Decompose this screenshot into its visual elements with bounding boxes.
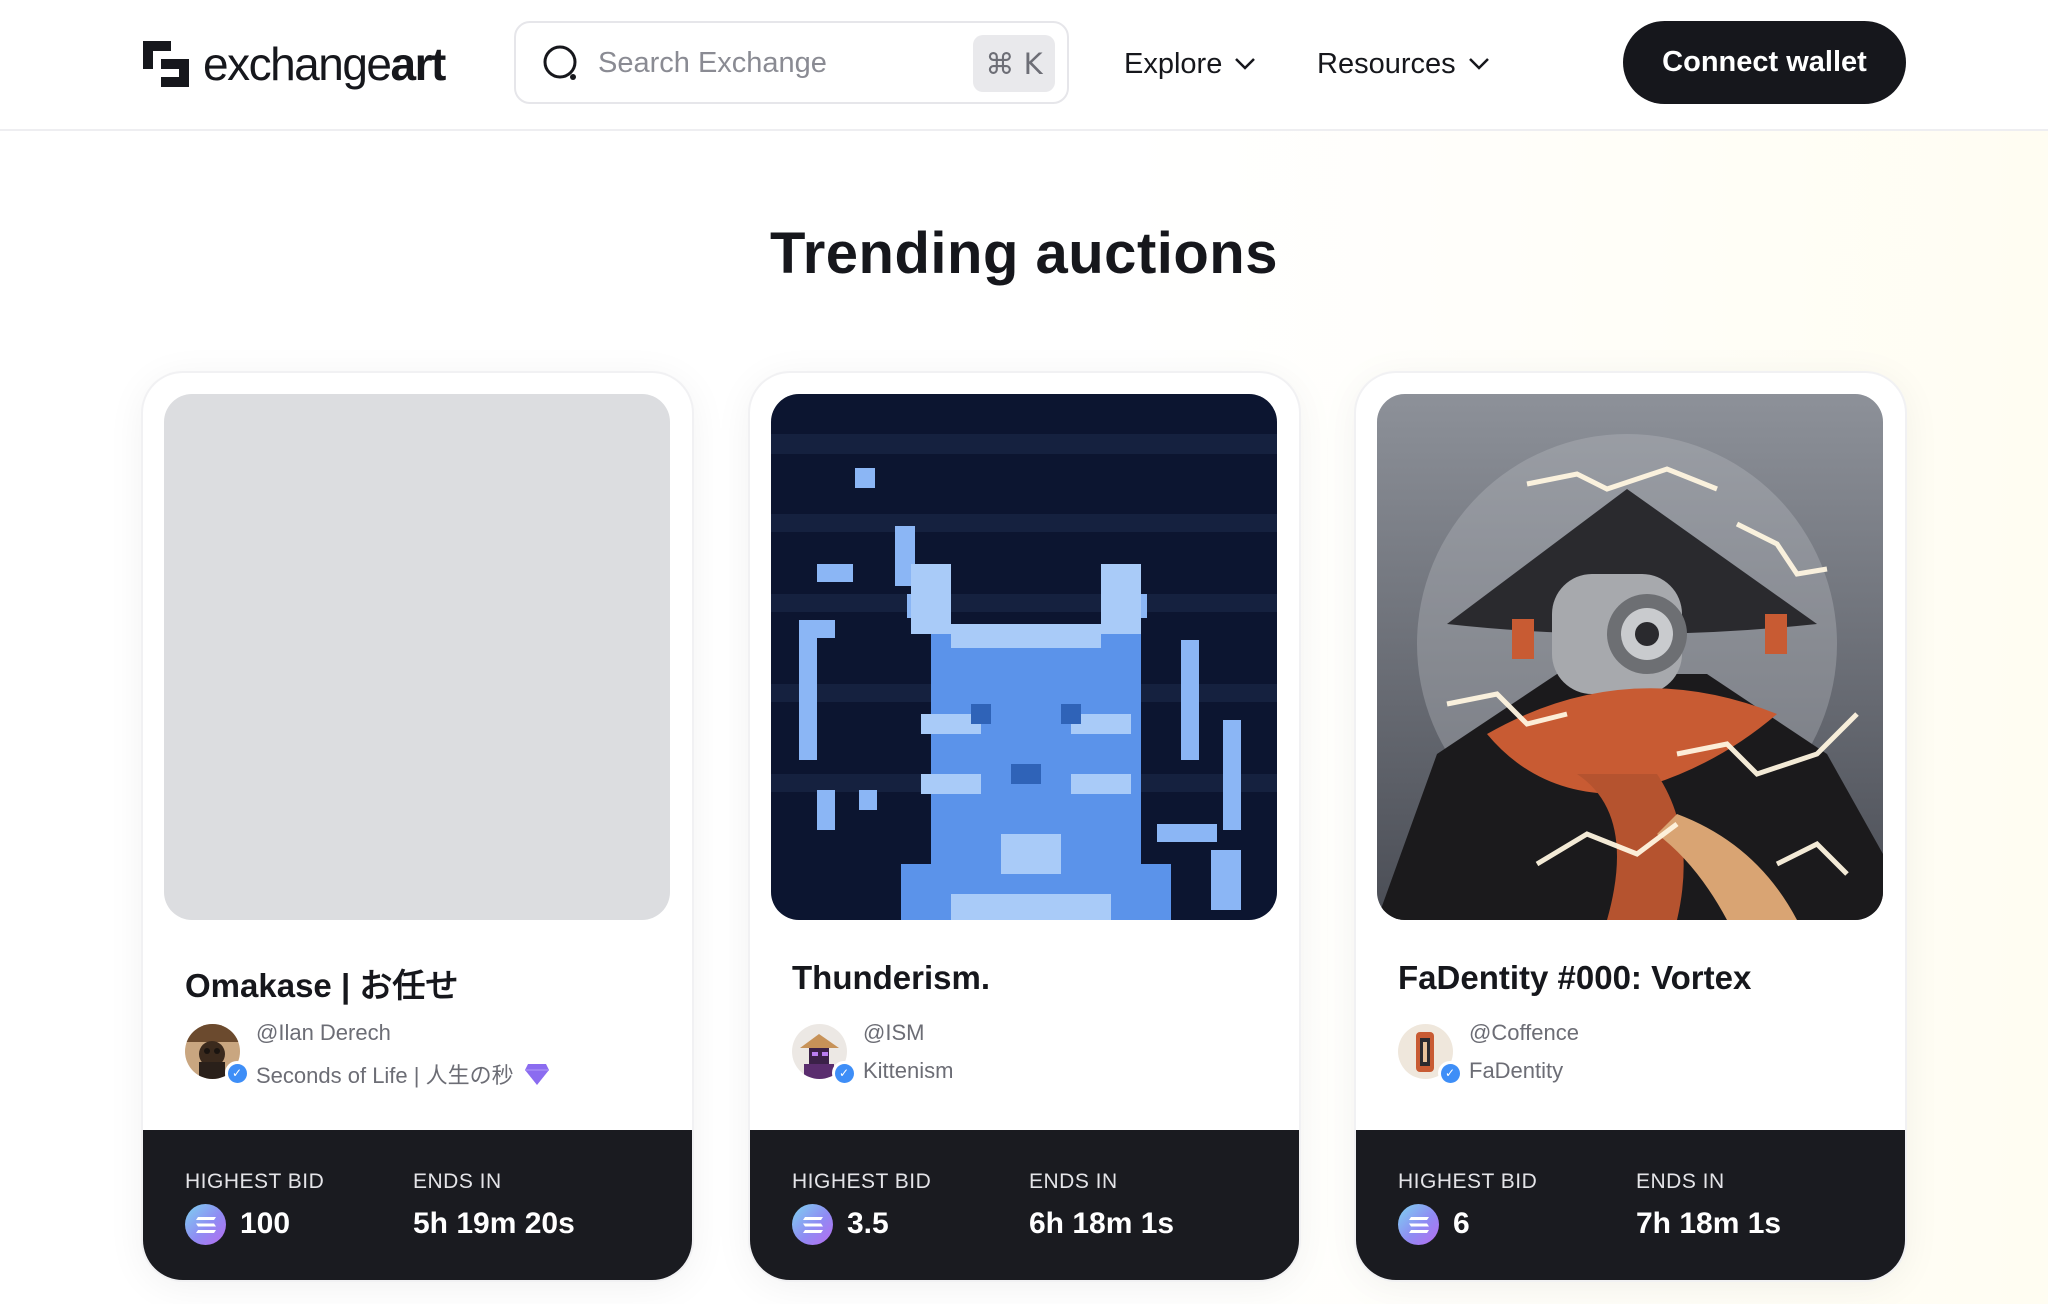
solana-icon [185,1204,226,1245]
highest-bid-value: 6 [1453,1207,1470,1240]
logo-wordmark: exchangeart [203,38,446,90]
ends-in-label: ENDS IN [1636,1170,1725,1193]
verified-badge-icon: ✓ [225,1061,249,1085]
nav-resources-label: Resources [1317,47,1456,80]
auction-info-bar: HIGHEST BID ENDS IN 3.5 6h 18m 1s [750,1130,1299,1280]
collection-label: Kittenism [863,1058,954,1083]
search-box[interactable]: ⌘ K [514,21,1069,104]
artwork-image[interactable] [1377,394,1883,920]
highest-bid-value: 3.5 [847,1207,889,1240]
artwork-title[interactable]: Thunderism. [792,959,990,997]
auction-card[interactable]: FaDentity #000: Vortex ✓ @Coffence FaDen… [1356,373,1905,1280]
keyboard-shortcut-hint: ⌘ K [973,35,1055,92]
logo-mark-icon [143,41,189,87]
artist-handle[interactable]: @Ilan Derech [256,1020,391,1046]
highest-bid-value: 100 [240,1207,291,1240]
search-icon [543,45,577,80]
exchange-art-logo[interactable]: exchangeart [141,38,446,90]
ends-in-value: 5h 19m 20s [413,1207,575,1240]
ends-in-value: 6h 18m 1s [1029,1207,1175,1240]
artwork-image-placeholder[interactable] [164,394,670,920]
auction-card[interactable]: Thunderism. ✓ @ISM Kittenism HIGHEST BID… [750,373,1299,1280]
verified-badge-icon: ✓ [1438,1061,1462,1085]
ends-in-label: ENDS IN [413,1170,502,1193]
top-navigation-bar: exchangeart ⌘ K Explore Resources Connec… [0,0,2048,131]
collection-label: FaDentity [1469,1058,1564,1083]
connect-wallet-button[interactable]: Connect wallet [1623,21,1906,104]
solana-icon [1398,1204,1439,1245]
highest-bid-label: HIGHEST BID [792,1170,932,1193]
nav-resources-menu[interactable]: Resources [1317,40,1490,88]
artwork-title[interactable]: Omakase | お任せ [185,959,458,1007]
ends-in-value: 7h 18m 1s [1636,1207,1782,1240]
chevron-down-icon [1468,58,1489,70]
gem-icon [524,1064,549,1085]
artwork-image[interactable] [771,394,1277,920]
solana-icon [792,1204,833,1245]
collection-name[interactable]: Kittenism [863,1058,953,1084]
verified-badge-icon: ✓ [832,1061,856,1085]
highest-bid-label: HIGHEST BID [185,1170,325,1193]
collection-label: Seconds of Life | 人生の秒 [256,1063,514,1088]
auction-info-bar: HIGHEST BID ENDS IN 6 7h 18m 1s [1356,1130,1905,1280]
highest-bid-label: HIGHEST BID [1398,1170,1538,1193]
chevron-down-icon [1235,58,1256,70]
collection-name[interactable]: Seconds of Life | 人生の秒 [256,1058,550,1090]
nav-explore-label: Explore [1124,47,1223,80]
artist-handle[interactable]: @Coffence [1469,1020,1579,1046]
search-input[interactable] [598,41,958,85]
collection-name[interactable]: FaDentity [1469,1058,1563,1084]
nav-explore-menu[interactable]: Explore [1124,40,1256,88]
ends-in-label: ENDS IN [1029,1170,1118,1193]
auction-card[interactable]: Omakase | お任せ ✓ @Ilan Derech Seconds of … [143,373,692,1280]
artwork-title[interactable]: FaDentity #000: Vortex [1398,959,1751,997]
section-title: Trending auctions [770,221,1278,286]
artist-handle[interactable]: @ISM [863,1020,924,1046]
auction-info-bar: HIGHEST BID ENDS IN 100 5h 19m 20s [143,1130,692,1280]
